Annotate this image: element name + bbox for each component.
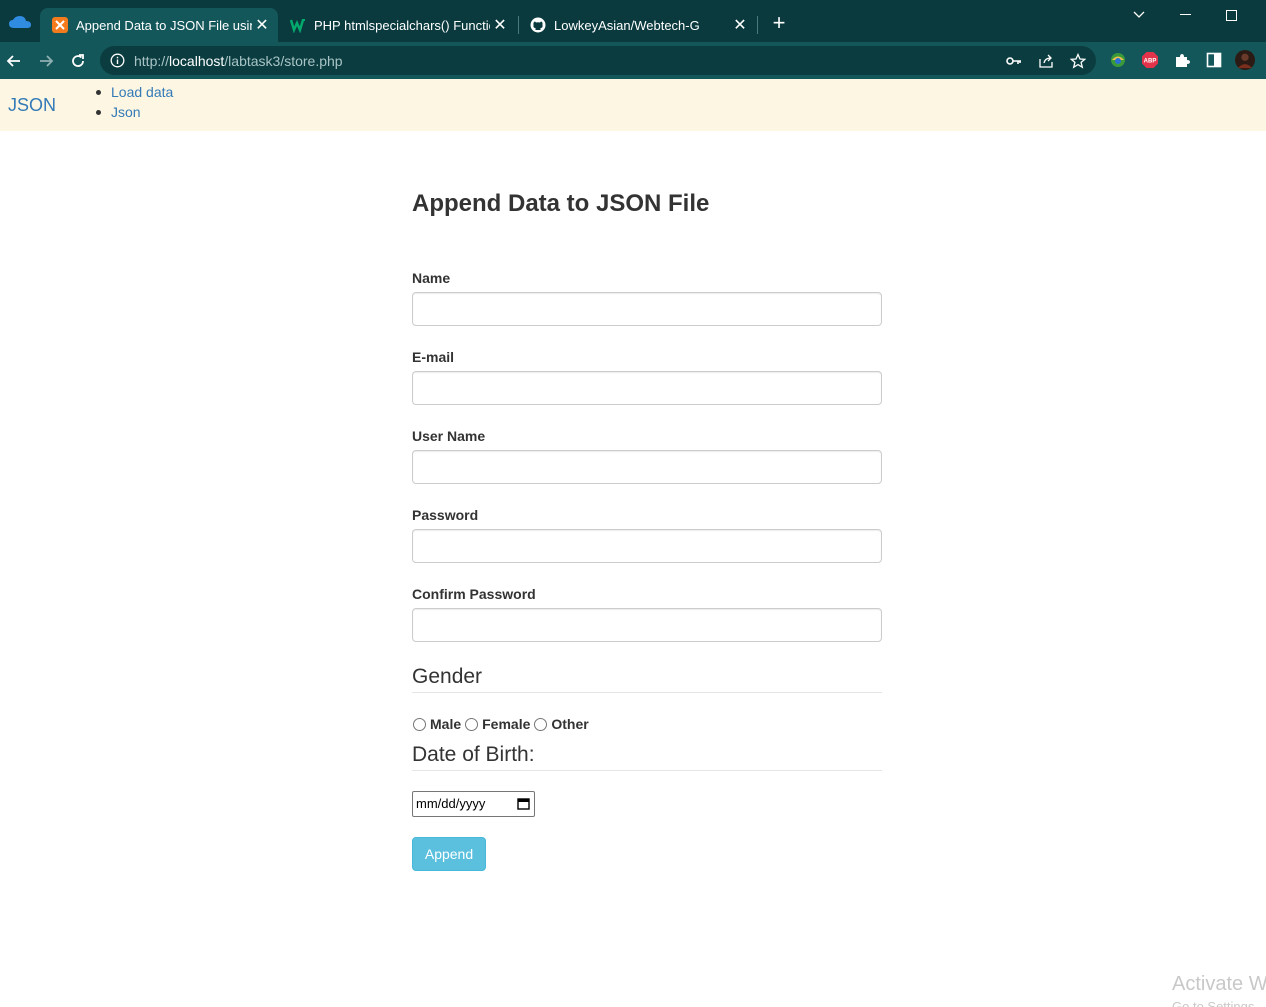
- close-tab-icon[interactable]: ✕: [490, 15, 510, 35]
- date-of-birth-input[interactable]: mm/dd/yyyy: [412, 791, 535, 817]
- new-tab-button[interactable]: +: [768, 12, 790, 35]
- tab-php-htmlspecialchars[interactable]: PHP htmlspecialchars() Function ✕: [278, 8, 516, 42]
- profile-avatar[interactable]: [1235, 50, 1255, 70]
- site-info-icon[interactable]: [110, 53, 125, 68]
- reload-icon[interactable]: [66, 49, 90, 73]
- confirm-password-label: Confirm Password: [412, 586, 536, 602]
- activate-windows-watermark: Activate W: [1172, 973, 1266, 995]
- page-title: Append Data to JSON File: [412, 190, 710, 217]
- append-button[interactable]: Append: [412, 837, 486, 871]
- w3schools-icon: [290, 17, 306, 33]
- password-label: Password: [412, 507, 479, 523]
- tab-separator: [757, 16, 758, 34]
- page-content: JSON Load data Json Append Data to JSON …: [0, 79, 1266, 1007]
- tab-append-data[interactable]: Append Data to JSON File using ✕: [40, 8, 278, 42]
- abp-label: ABP: [1144, 59, 1157, 65]
- address-bar[interactable]: http://localhost/labtask3/store.php: [100, 46, 1096, 75]
- navbar-brand[interactable]: JSON: [8, 95, 56, 116]
- username-field[interactable]: [412, 450, 882, 484]
- gender-radio-male[interactable]: [413, 717, 426, 731]
- address-toolbar: http://localhost/labtask3/store.php ABP: [0, 42, 1266, 79]
- close-tab-icon[interactable]: ✕: [252, 15, 272, 35]
- url-scheme: http://: [134, 53, 170, 69]
- close-tab-icon[interactable]: ✕: [730, 15, 750, 35]
- maximize-icon[interactable]: [1208, 0, 1254, 30]
- gender-radio-other[interactable]: [534, 717, 548, 731]
- name-label: Name: [412, 270, 451, 286]
- confirm-password-field[interactable]: [412, 608, 882, 642]
- minimize-icon[interactable]: [1162, 0, 1208, 30]
- tab-search-icon[interactable]: [1116, 0, 1162, 30]
- tab-github-webtech[interactable]: LowkeyAsian/Webtech-G ✕: [518, 8, 756, 42]
- email-field[interactable]: [412, 371, 882, 405]
- url-text[interactable]: http://localhost/labtask3/store.php: [134, 53, 343, 69]
- tab-title: LowkeyAsian/Webtech-G: [554, 17, 700, 33]
- url-host: localhost: [169, 53, 225, 69]
- nav-link-load-data[interactable]: Load data: [93, 82, 173, 102]
- gender-label-female: Female: [482, 716, 531, 732]
- colorful-extension-icon[interactable]: [1108, 50, 1128, 70]
- tab-title: PHP htmlspecialchars() Function: [314, 17, 490, 33]
- dob-legend: Date of Birth:: [412, 743, 882, 771]
- gender-legend: Gender: [412, 665, 882, 693]
- tab-title: Append Data to JSON File using: [76, 17, 252, 33]
- key-icon[interactable]: [1005, 52, 1023, 70]
- back-icon[interactable]: [2, 49, 26, 73]
- share-icon[interactable]: [1037, 52, 1055, 70]
- gender-label-male: Male: [430, 716, 462, 732]
- adblock-plus-icon[interactable]: ABP: [1140, 50, 1160, 70]
- email-label: E-mail: [412, 349, 455, 365]
- calendar-icon[interactable]: [517, 797, 530, 810]
- site-navbar: JSON Load data Json: [0, 79, 1266, 131]
- username-label: User Name: [412, 428, 486, 444]
- activate-windows-subtext: Go to Settings: [1172, 999, 1255, 1007]
- name-field[interactable]: [412, 292, 882, 326]
- nav-link-json[interactable]: Json: [93, 102, 173, 122]
- github-icon: [530, 17, 546, 33]
- gender-radio-female[interactable]: [465, 717, 479, 731]
- xampp-icon: [52, 17, 68, 33]
- onedrive-icon[interactable]: [8, 14, 32, 30]
- password-field[interactable]: [412, 529, 882, 563]
- extensions-puzzle-icon[interactable]: [1172, 50, 1192, 70]
- url-path: /labtask3/store.php: [224, 53, 343, 69]
- side-panel-icon[interactable]: [1204, 50, 1224, 70]
- bookmark-star-icon[interactable]: [1069, 52, 1087, 70]
- gender-label-other: Other: [551, 716, 589, 732]
- tab-strip: Append Data to JSON File using ✕ PHP htm…: [0, 0, 1266, 42]
- browser-window: Append Data to JSON File using ✕ PHP htm…: [0, 0, 1266, 1007]
- forward-icon[interactable]: [34, 49, 58, 73]
- date-placeholder: mm/dd/yyyy: [416, 796, 486, 811]
- gender-options: Male Female Other: [412, 716, 592, 732]
- nav-links: Load data Json: [93, 82, 173, 122]
